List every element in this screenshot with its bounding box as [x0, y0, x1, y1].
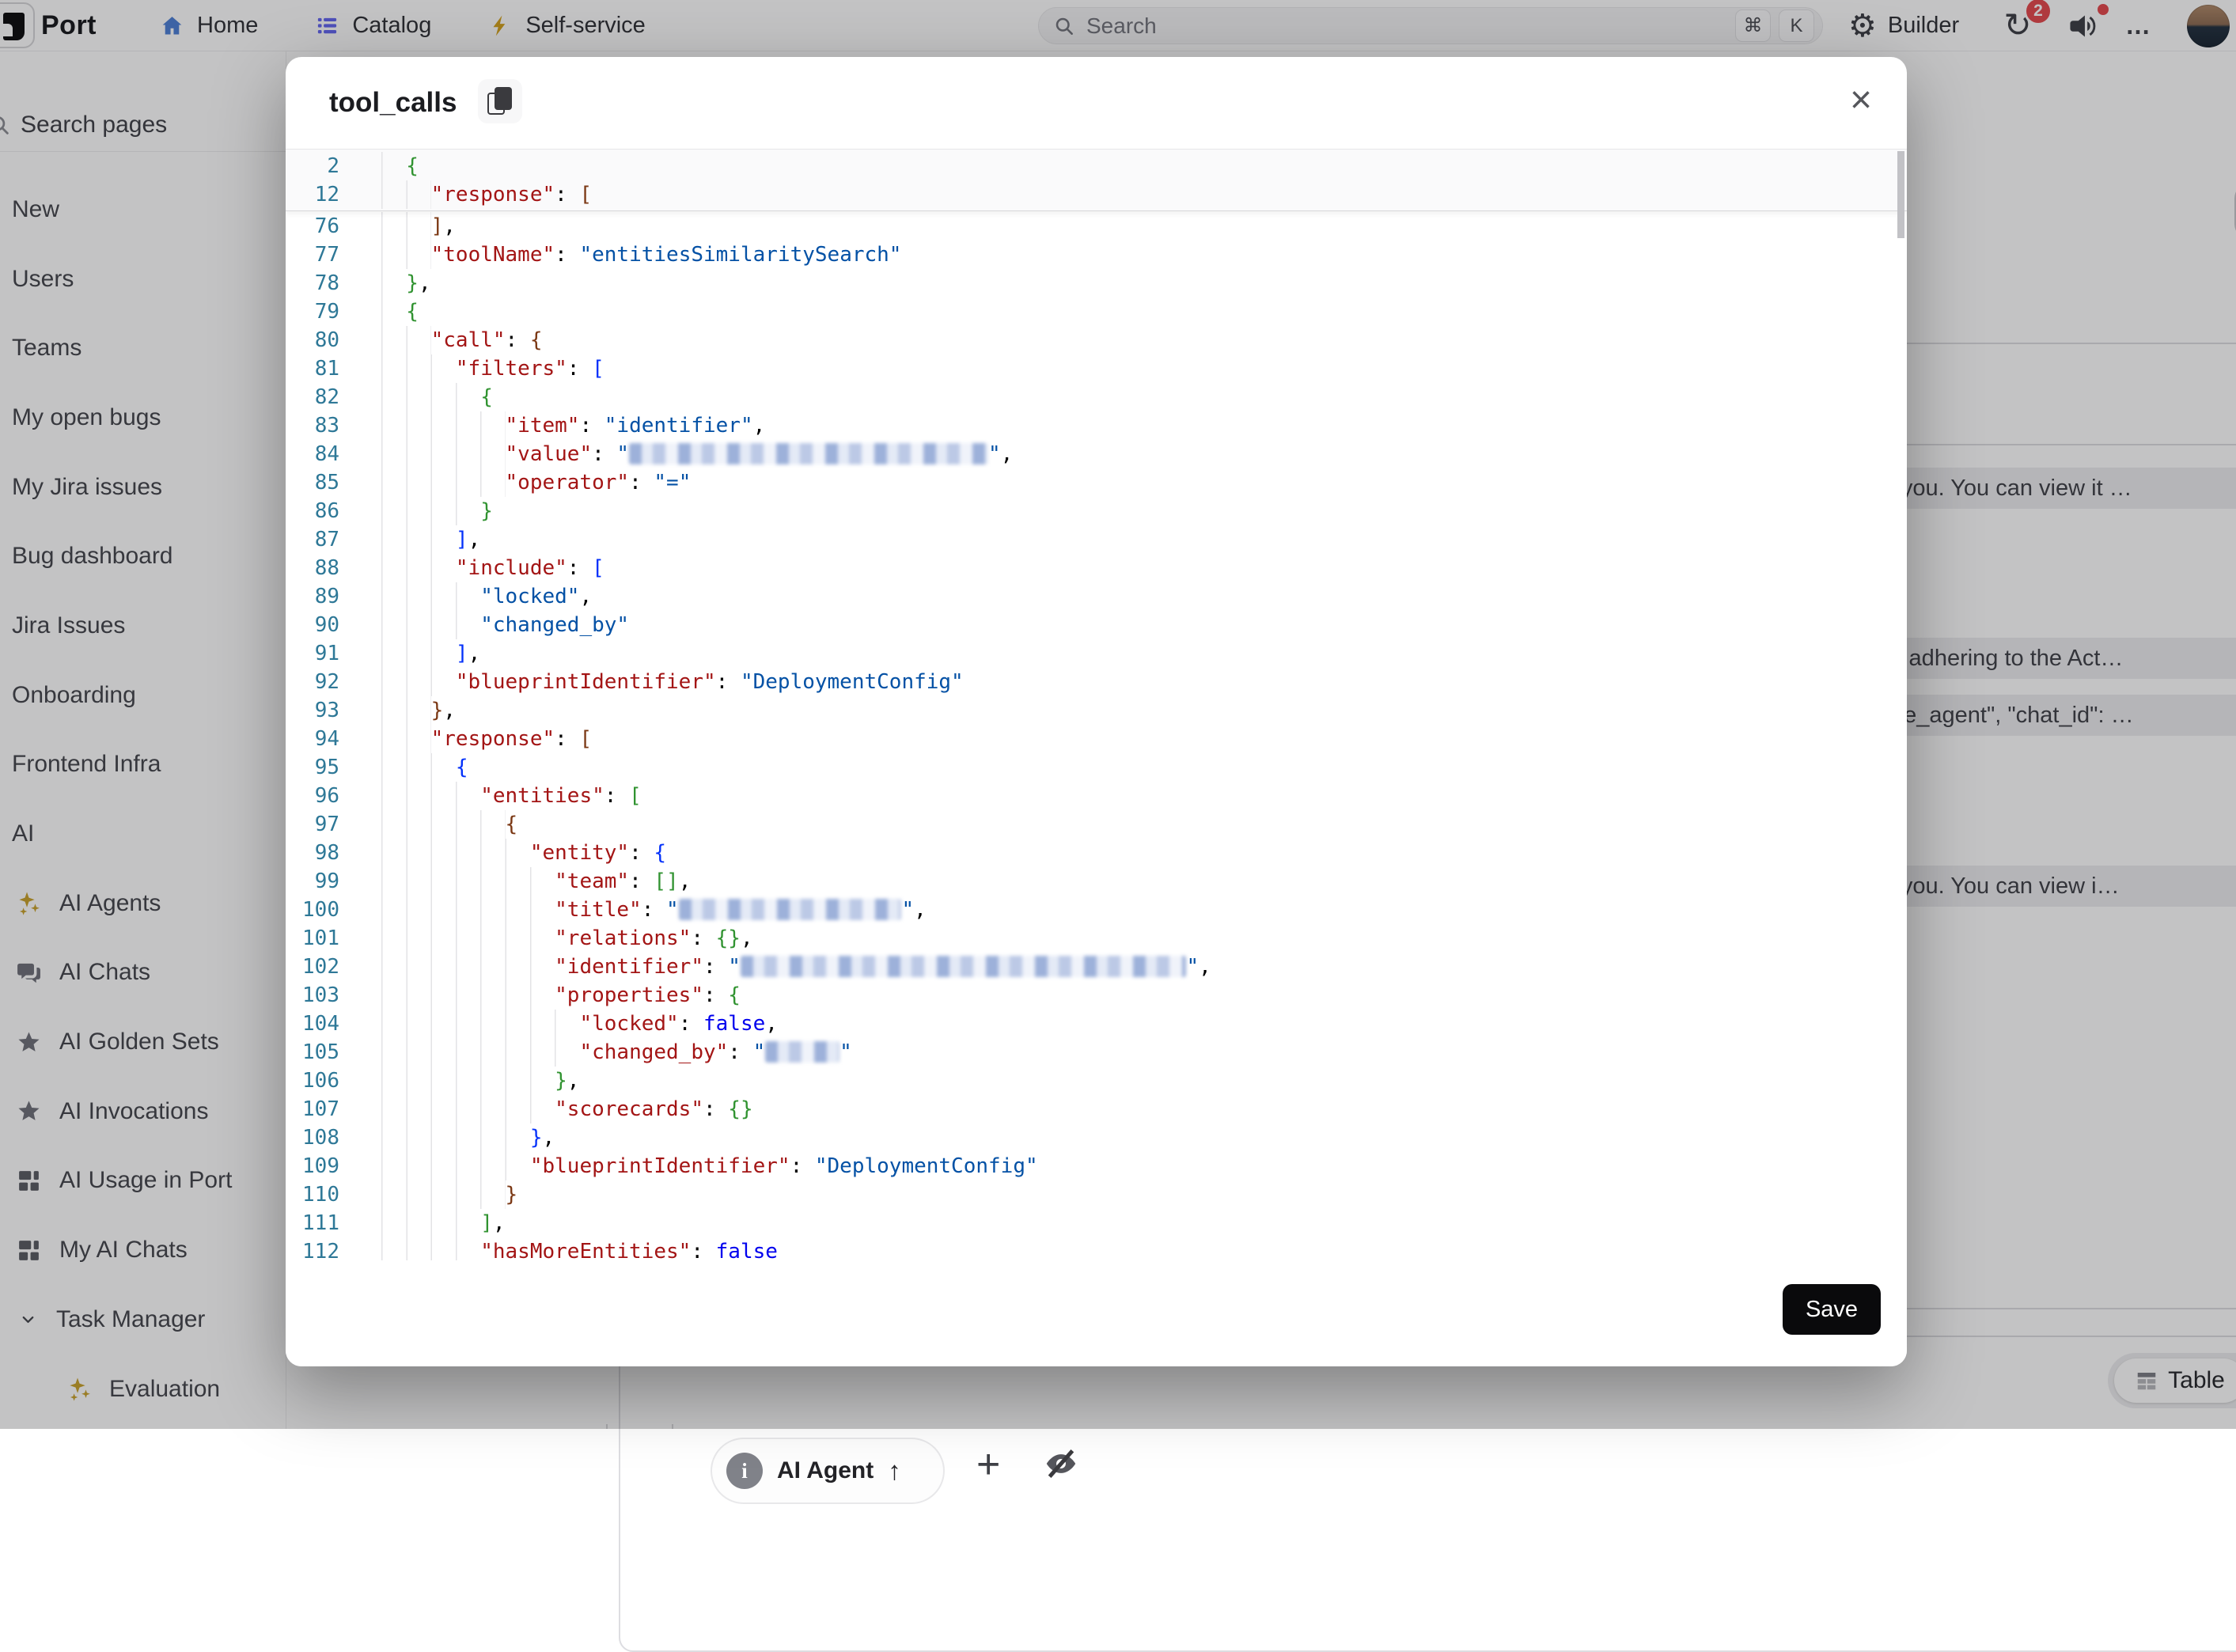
code-line-2: 2{: [286, 152, 1907, 180]
code-line-93: 93},: [286, 696, 1896, 725]
code-line-111: 111],: [286, 1209, 1896, 1237]
save-button[interactable]: Save: [1783, 1284, 1881, 1335]
code-line-101: 101"relations": {},: [286, 924, 1896, 953]
line-number: 2: [286, 152, 339, 180]
line-number: 108: [286, 1123, 339, 1152]
close-icon[interactable]: ×: [1839, 78, 1883, 122]
line-number: 82: [286, 383, 339, 411]
code-line-97: 97{: [286, 810, 1896, 839]
code-line-102: 102"identifier": "",: [286, 953, 1896, 981]
line-number: 110: [286, 1180, 339, 1209]
line-number: 90: [286, 611, 339, 639]
code-line-107: 107"scorecards": {}: [286, 1095, 1896, 1123]
line-number: 99: [286, 867, 339, 896]
line-number: 94: [286, 725, 339, 753]
code-line-106: 106},: [286, 1067, 1896, 1095]
line-number: 78: [286, 269, 339, 297]
editor-scrollbar[interactable]: [1897, 151, 1904, 238]
line-number: 100: [286, 896, 339, 924]
line-number: 103: [286, 981, 339, 1010]
code-line-82: 82{: [286, 383, 1896, 411]
code-line-104: 104"locked": false,: [286, 1010, 1896, 1038]
code-line-84: 84"value": "",: [286, 440, 1896, 468]
code-line-80: 80"call": {: [286, 326, 1896, 354]
line-number: 101: [286, 924, 339, 953]
code-line-87: 87],: [286, 525, 1896, 554]
line-number: 93: [286, 696, 339, 725]
code-line-90: 90"changed_by": [286, 611, 1896, 639]
line-number: 92: [286, 668, 339, 696]
code-line-77: 77"toolName": "entitiesSimilaritySearch": [286, 241, 1896, 269]
code-line-108: 108},: [286, 1123, 1896, 1152]
code-line-88: 88"include": [: [286, 554, 1896, 582]
copy-button[interactable]: [478, 79, 522, 123]
line-number: 97: [286, 810, 339, 839]
code-line-100: 100"title": "",: [286, 896, 1896, 924]
ai-agent-label: AI Agent: [777, 1457, 874, 1484]
line-number: 80: [286, 326, 339, 354]
code-line-98: 98"entity": {: [286, 839, 1896, 867]
redacted-value: [629, 443, 988, 464]
code-line-76: 76],: [286, 212, 1896, 241]
line-number: 95: [286, 753, 339, 782]
modal-title: tool_calls: [329, 87, 457, 119]
code-line-110: 110}: [286, 1180, 1896, 1209]
redacted-value: [765, 1041, 839, 1063]
line-number: 109: [286, 1152, 339, 1180]
code-line-96: 96"entities": [: [286, 782, 1896, 810]
info-icon: i: [726, 1453, 763, 1489]
line-number: 112: [286, 1237, 339, 1260]
line-number: 76: [286, 212, 339, 241]
line-number: 89: [286, 582, 339, 611]
modal-footer: Save: [286, 1260, 1907, 1366]
line-number: 96: [286, 782, 339, 810]
code-line-86: 86}: [286, 497, 1896, 525]
code-line-81: 81"filters": [: [286, 354, 1896, 383]
line-number: 91: [286, 639, 339, 668]
arrow-up-icon: ↑: [888, 1456, 901, 1486]
line-number: 107: [286, 1095, 339, 1123]
code-line-78: 78},: [286, 269, 1896, 297]
code-line-99: 99"team": [],: [286, 867, 1896, 896]
code-line-109: 109"blueprintIdentifier": "DeploymentCon…: [286, 1152, 1896, 1180]
ai-agent-pill[interactable]: i AI Agent ↑: [711, 1438, 945, 1504]
line-number: 85: [286, 468, 339, 497]
line-number: 81: [286, 354, 339, 383]
code-line-85: 85"operator": "=": [286, 468, 1896, 497]
code-line-94: 94"response": [: [286, 725, 1896, 753]
line-number: 83: [286, 411, 339, 440]
code-line-92: 92"blueprintIdentifier": "DeploymentConf…: [286, 668, 1896, 696]
line-number: 111: [286, 1209, 339, 1237]
code-line-103: 103"properties": {: [286, 981, 1896, 1010]
line-number: 77: [286, 241, 339, 269]
line-number: 105: [286, 1038, 339, 1067]
redacted-value: [741, 956, 1187, 977]
line-number: 79: [286, 297, 339, 326]
json-code-editor[interactable]: 2{12"response": [ 76],77"toolName": "ent…: [286, 149, 1907, 1260]
sticky-scroll-lines: 2{12"response": [: [286, 150, 1907, 211]
code-line-105: 105"changed_by": "": [286, 1038, 1896, 1067]
code-line-12: 12"response": [: [286, 180, 1907, 209]
code-lines: 76],77"toolName": "entitiesSimilaritySea…: [286, 212, 1896, 1260]
code-line-89: 89"locked",: [286, 582, 1896, 611]
line-number: 84: [286, 440, 339, 468]
code-line-95: 95{: [286, 753, 1896, 782]
add-button[interactable]: +: [976, 1441, 1000, 1488]
line-number: 88: [286, 554, 339, 582]
code-line-91: 91],: [286, 639, 1896, 668]
line-number: 87: [286, 525, 339, 554]
eye-off-icon[interactable]: [1043, 1446, 1079, 1482]
line-number: 98: [286, 839, 339, 867]
tool-calls-modal: tool_calls × 2{12"response": [ 76],77"to…: [286, 57, 1907, 1366]
line-number: 12: [286, 180, 339, 209]
redacted-value: [679, 899, 902, 920]
code-line-83: 83"item": "identifier",: [286, 411, 1896, 440]
line-number: 86: [286, 497, 339, 525]
code-line-79: 79{: [286, 297, 1896, 326]
line-number: 106: [286, 1067, 339, 1095]
code-line-112: 112"hasMoreEntities": false: [286, 1237, 1896, 1260]
line-number: 102: [286, 953, 339, 981]
line-number: 104: [286, 1010, 339, 1038]
